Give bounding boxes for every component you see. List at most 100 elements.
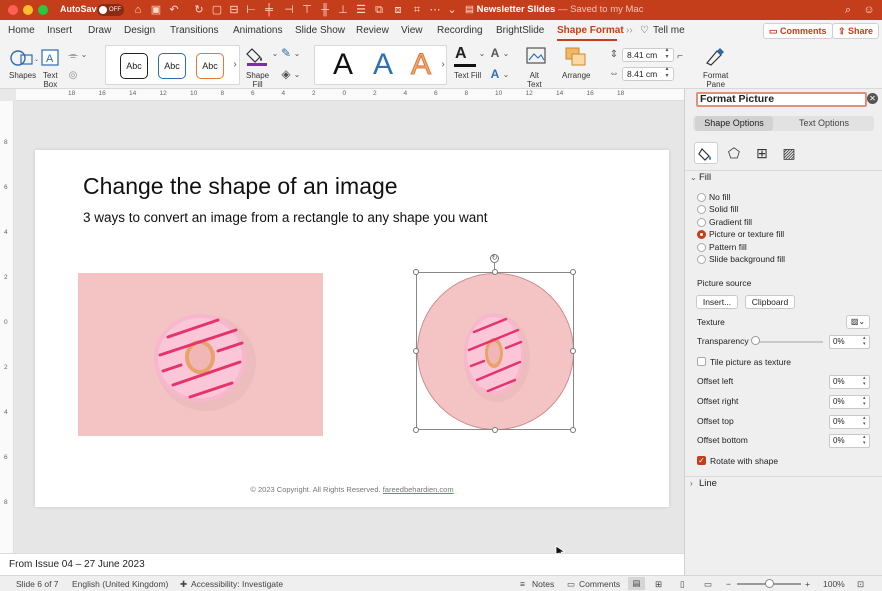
transparency-slider-thumb[interactable] — [751, 336, 760, 345]
text-effects-icon[interactable]: A — [488, 67, 502, 81]
tab-text-options[interactable]: Text Options — [785, 116, 863, 131]
resize-handle-top-left[interactable] — [413, 269, 419, 275]
tab-shape-options[interactable]: Shape Options — [695, 116, 773, 131]
save-icon[interactable]: ▣ — [149, 3, 163, 17]
format-pane-button[interactable]: Format Pane — [700, 45, 730, 89]
radio-button-selected[interactable] — [697, 230, 706, 239]
offset-bottom-input[interactable]: 0% — [829, 434, 870, 448]
slide-sorter-icon[interactable]: ⊞ — [655, 579, 662, 590]
shape-effects-dropdown-icon[interactable]: ⌄ — [293, 68, 301, 82]
tab-recording[interactable]: Recording — [437, 25, 483, 36]
shape-fill-dropdown-icon[interactable]: ⌄ — [271, 47, 279, 61]
fit-to-window-icon[interactable]: ⊡ — [857, 579, 864, 590]
tab-brightslide[interactable]: BrightSlide — [496, 25, 544, 36]
shapes-button[interactable]: ⌄ Shapes — [6, 45, 40, 85]
zoom-window-button[interactable] — [38, 5, 48, 15]
distribute-icon[interactable]: ☰ — [354, 3, 368, 17]
radio-button[interactable] — [697, 218, 706, 227]
resize-handle-bottom[interactable] — [492, 427, 498, 433]
zoom-level[interactable]: 100% — [823, 579, 845, 589]
tab-shape-format[interactable]: Shape Format — [557, 25, 624, 36]
undo-icon[interactable]: ↶ — [167, 3, 181, 17]
wordart-style-blue[interactable]: A — [373, 48, 393, 82]
more-commands-icon[interactable]: ⋯ — [428, 3, 442, 17]
gallery-more-icon[interactable]: › — [230, 58, 240, 72]
resize-handle-bottom-left[interactable] — [413, 427, 419, 433]
align-middle-icon[interactable]: ╫ — [318, 3, 332, 17]
minimize-window-button[interactable] — [23, 5, 33, 15]
resize-handle-top[interactable] — [492, 269, 498, 275]
effects-pentagon-icon[interactable]: ⬠ — [722, 142, 746, 164]
resize-handle-bottom-right[interactable] — [570, 427, 576, 433]
size-properties-icon[interactable]: ⊞ — [750, 142, 774, 164]
text-fill-dropdown-icon[interactable]: ⌄ — [478, 47, 486, 61]
reading-view-icon[interactable]: ▯ — [680, 579, 685, 590]
lock-aspect-icon[interactable]: ⌐ — [675, 50, 685, 64]
resize-handle-right[interactable] — [570, 348, 576, 354]
tab-draw[interactable]: Draw — [88, 25, 111, 36]
edit-shape-icon[interactable]: ⌯ — [66, 48, 80, 62]
align-right-icon[interactable]: ⊣ — [282, 3, 296, 17]
slide-subtitle[interactable]: 3 ways to convert an image from a rectan… — [83, 210, 487, 225]
accessibility-status[interactable]: Accessibility: Investigate — [191, 579, 283, 589]
arrange-button[interactable]: Arrange — [560, 45, 594, 85]
tab-transitions[interactable]: Transitions — [170, 25, 219, 36]
insert-picture-button[interactable]: Insert... — [696, 295, 738, 309]
offset-top-input[interactable]: 0% — [829, 415, 870, 429]
redo-icon[interactable]: ↻ — [192, 3, 206, 17]
tabs-overflow-icon[interactable]: ›› — [626, 25, 633, 36]
comments-status-button[interactable]: Comments — [579, 579, 620, 589]
close-pane-icon[interactable]: ✕ — [867, 93, 878, 104]
tab-slide-show[interactable]: Slide Show — [295, 25, 345, 36]
notes-pane[interactable]: From Issue 04 – 27 June 2023 — [0, 553, 684, 575]
rotate-handle-icon[interactable]: ↻ — [490, 254, 499, 263]
align-left-icon[interactable]: ⊢ — [244, 3, 258, 17]
fill-line-icon[interactable] — [694, 142, 718, 164]
shape-style-1[interactable]: Abc — [120, 53, 148, 79]
offset-left-input[interactable]: 0% — [829, 375, 870, 389]
crop-icon[interactable]: ⌗ — [410, 3, 424, 17]
comments-button[interactable]: ▭ Comments — [763, 23, 833, 39]
align-bottom-icon[interactable]: ⊥ — [336, 3, 350, 17]
align-top-icon[interactable]: ⊤ — [300, 3, 314, 17]
radio-button[interactable] — [697, 243, 706, 252]
fill-section-header[interactable]: ⌄ Fill — [685, 170, 882, 184]
rotate-with-shape-checkbox[interactable]: ✓ — [697, 456, 706, 465]
text-effects-dropdown-icon[interactable]: ⌄ — [502, 68, 510, 82]
tab-insert[interactable]: Insert — [47, 25, 72, 36]
wordart-style-black[interactable]: A — [333, 48, 353, 82]
tell-me-search[interactable]: Tell me — [653, 25, 685, 36]
radio-button[interactable] — [697, 255, 706, 264]
resize-handle-top-right[interactable] — [570, 269, 576, 275]
texture-picker-icon[interactable]: ▨⌄ — [846, 315, 870, 329]
edit-shape-dropdown-icon[interactable]: ⌄ — [80, 48, 88, 62]
new-slide-icon[interactable]: ▢ — [210, 3, 224, 17]
tile-checkbox[interactable] — [697, 357, 706, 366]
slide[interactable]: Change the shape of an image 3 ways to c… — [35, 150, 669, 507]
radio-button[interactable] — [697, 205, 706, 214]
share-button[interactable]: ⇪ Share — [832, 23, 880, 39]
shape-outline-icon[interactable]: ✎ — [279, 46, 293, 60]
shape-style-2[interactable]: Abc — [158, 53, 186, 79]
shape-effects-icon[interactable]: ◈ — [279, 67, 293, 81]
customize-icon[interactable]: ⌄ — [445, 3, 459, 17]
height-stepper-icon[interactable]: ▴ ▾ — [663, 47, 671, 61]
ungroup-icon[interactable]: ⧈ — [391, 3, 405, 17]
slide-show-icon[interactable]: ▭ — [704, 579, 712, 590]
layout-icon[interactable]: ⊟ — [227, 3, 241, 17]
zoom-in-icon[interactable]: + — [805, 579, 810, 589]
zoom-slider-thumb[interactable] — [765, 579, 774, 588]
close-window-button[interactable] — [8, 5, 18, 15]
picture-icon[interactable]: ▨ — [777, 142, 801, 164]
language-status[interactable]: English (United Kingdom) — [72, 579, 168, 589]
account-icon[interactable]: ☺ — [862, 3, 876, 17]
merge-shapes-icon[interactable]: ⊚ — [66, 68, 80, 82]
width-stepper-icon[interactable]: ▴ ▾ — [663, 66, 671, 80]
notes-button[interactable]: Notes — [532, 579, 554, 589]
resize-handle-left[interactable] — [413, 348, 419, 354]
shape-style-3[interactable]: Abc — [196, 53, 224, 79]
text-outline-dropdown-icon[interactable]: ⌄ — [502, 47, 510, 61]
footer-link[interactable]: fareedbehardien.com — [383, 485, 454, 494]
tab-home[interactable]: Home — [8, 25, 35, 36]
search-icon[interactable]: ⌕ — [841, 3, 855, 17]
